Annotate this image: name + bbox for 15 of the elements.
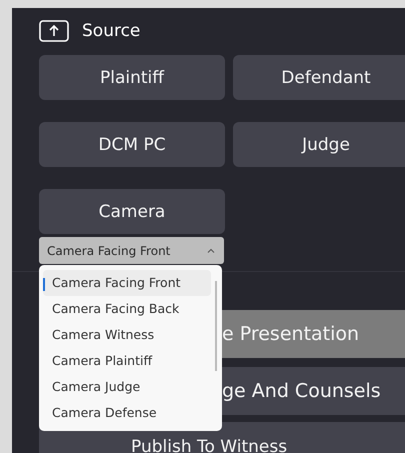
source-button[interactable]: Defendant (233, 55, 405, 100)
dropdown-option[interactable]: Camera Witness (43, 322, 211, 348)
dropdown-option[interactable]: Camera Facing Back (43, 296, 211, 322)
source-button[interactable]: Plaintiff (39, 55, 225, 100)
upload-icon (39, 20, 69, 42)
source-button[interactable]: Camera (39, 189, 225, 234)
scrollbar[interactable] (215, 281, 217, 371)
caret-icon (207, 248, 215, 253)
dropdown-option[interactable]: Camera Judge (43, 374, 211, 400)
camera-dropdown[interactable]: Camera Facing Front (39, 237, 224, 264)
section-title: Source (82, 21, 140, 41)
dropdown-option[interactable]: Camera Facing Front (43, 270, 211, 296)
source-button[interactable]: DCM PC (39, 122, 225, 167)
dropdown-option[interactable]: Camera Plaintiff (43, 348, 211, 374)
source-button[interactable]: Judge (233, 122, 405, 167)
